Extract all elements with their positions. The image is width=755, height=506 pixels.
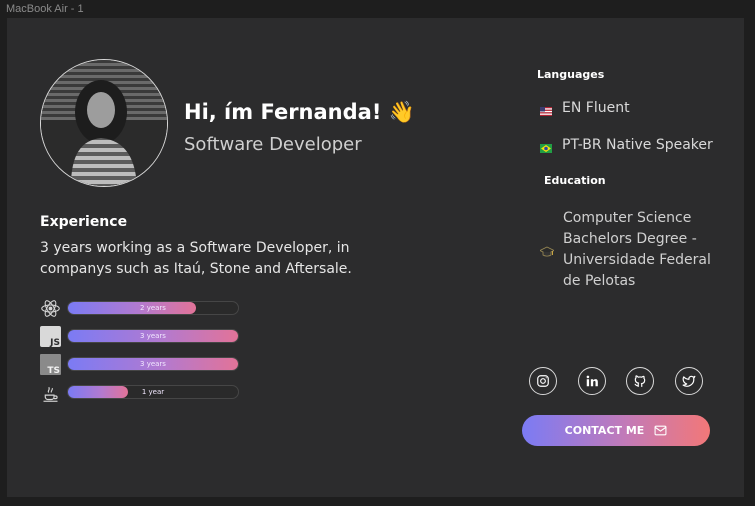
github-icon [634,375,646,387]
skill-duration: 2 years [140,304,166,312]
experience-description: 3 years working as a Software Developer,… [40,240,352,277]
skill-bar: 3 years [67,329,239,343]
twitter-icon [682,375,696,387]
experience-title: Experience [40,214,128,230]
skill-bar: 1 year [67,385,239,399]
mail-icon [654,425,667,436]
typescript-icon: TS [40,354,61,375]
linkedin-button[interactable] [578,367,606,395]
twitter-button[interactable] [675,367,703,395]
javascript-icon-text: JS [49,338,60,347]
us-flag-icon [540,104,552,116]
languages-title: Languages [537,68,605,81]
skill-duration: 3 years [140,332,166,340]
language-label: EN Fluent [562,100,630,116]
github-button[interactable] [626,367,654,395]
language-item-ptbr: PT-BR Native Speaker [540,137,713,153]
java-icon [40,382,61,403]
linkedin-icon [586,375,598,387]
education-text: Computer Science Bachelors Degree - Univ… [563,210,711,289]
avatar [40,59,168,187]
contact-me-label: CONTACT ME [564,424,645,437]
react-icon [40,298,61,319]
role-subtitle: Software Developer [184,134,362,155]
language-item-en: EN Fluent [540,100,630,116]
frame-label: MacBook Air - 1 [6,3,84,15]
skill-duration: 1 year [141,388,165,396]
education-title: Education [544,174,606,187]
instagram-icon [537,375,549,387]
typescript-icon-text: TS [47,366,60,375]
brazil-flag-icon [540,141,552,153]
skill-row-javascript: JS 3 years [40,326,250,347]
greeting-heading: Hi, ím Fernanda! 👋 [184,100,415,124]
contact-me-button[interactable]: CONTACT ME [522,415,710,446]
graduation-cap-icon [539,244,555,258]
skill-row-typescript: TS 3 years [40,354,250,375]
instagram-button[interactable] [529,367,557,395]
skill-duration: 3 years [140,360,166,368]
skill-bar: 3 years [67,357,239,371]
skill-row-react: 2 years [40,298,250,318]
javascript-icon: JS [40,326,61,347]
portfolio-card: Hi, ím Fernanda! 👋 Software Developer E… [7,18,744,497]
skill-row-java: 1 year [40,382,250,402]
language-label: PT-BR Native Speaker [562,137,713,153]
skill-bar: 2 years [67,301,239,315]
